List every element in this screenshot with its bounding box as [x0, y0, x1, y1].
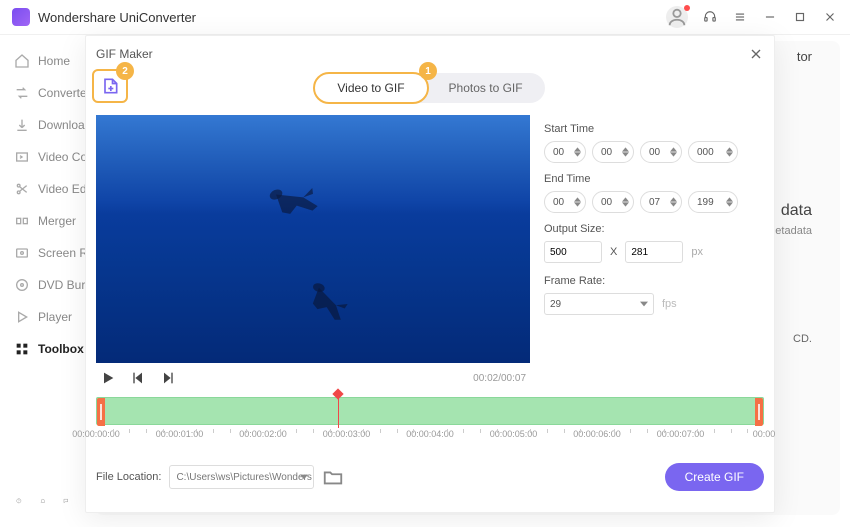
- end-time-label: End Time: [544, 173, 764, 185]
- playhead[interactable]: [334, 390, 342, 428]
- home-icon: [14, 53, 30, 69]
- bg-text: etadata: [775, 223, 812, 241]
- video-content: [251, 160, 331, 240]
- start-hour-input[interactable]: 00: [544, 141, 586, 163]
- end-min-input[interactable]: 00: [592, 191, 634, 213]
- timecode: 00:02/00:07: [473, 373, 526, 384]
- sidebar-item-toolbox[interactable]: Toolbox: [0, 333, 85, 365]
- trim-handle-left[interactable]: [97, 398, 105, 426]
- framerate-select[interactable]: 29: [544, 293, 654, 315]
- callout-badge-2: 2: [116, 62, 134, 80]
- sidebar-item-label: Toolbox: [38, 342, 84, 356]
- timeline-track[interactable]: [96, 397, 764, 425]
- create-gif-button[interactable]: Create GIF: [665, 463, 764, 491]
- file-location-label: File Location:: [96, 471, 161, 483]
- size-unit: px: [691, 246, 703, 258]
- modal-title: GIF Maker: [96, 47, 748, 61]
- callout-badge-1: 1: [419, 62, 437, 80]
- tab-video-to-gif[interactable]: Video to GIF: [313, 72, 428, 104]
- play-icon: [14, 309, 30, 325]
- close-icon[interactable]: [822, 9, 838, 25]
- feedback-icon[interactable]: [63, 493, 69, 509]
- converter-icon: [14, 85, 30, 101]
- maximize-icon[interactable]: [792, 9, 808, 25]
- size-separator: X: [610, 246, 617, 258]
- app-logo: [12, 8, 30, 26]
- tick-label: 00:00: [753, 429, 776, 439]
- start-min-input[interactable]: 00: [592, 141, 634, 163]
- sidebar-item-editor[interactable]: Video Editor: [0, 173, 85, 205]
- menu-icon[interactable]: [732, 9, 748, 25]
- headset-icon[interactable]: [702, 9, 718, 25]
- end-sec-input[interactable]: 07: [640, 191, 682, 213]
- app-title: Wondershare UniConverter: [38, 10, 666, 25]
- sidebar-item-home[interactable]: Home: [0, 45, 85, 77]
- bell-icon[interactable]: [40, 493, 46, 509]
- video-content: [293, 267, 359, 333]
- output-size-label: Output Size:: [544, 223, 764, 235]
- open-folder-button[interactable]: [322, 466, 344, 488]
- toolbox-icon: [14, 341, 30, 357]
- sidebar-item-downloader[interactable]: Downloader: [0, 109, 85, 141]
- width-input[interactable]: [544, 241, 602, 263]
- compress-icon: [14, 149, 30, 165]
- sidebar-item-label: Home: [38, 54, 70, 68]
- sidebar-item-label: DVD Burner: [38, 278, 85, 292]
- next-frame-button[interactable]: [160, 370, 176, 386]
- sidebar-item-compressor[interactable]: Video Compressor: [0, 141, 85, 173]
- scissors-icon: [14, 181, 30, 197]
- bg-text: CD.: [775, 331, 812, 349]
- gif-maker-modal: GIF Maker 1 2 Video to GIF Photos to GIF: [85, 35, 775, 513]
- sidebar-item-label: Player: [38, 310, 72, 324]
- download-icon: [14, 117, 30, 133]
- disc-icon: [14, 277, 30, 293]
- notification-dot: [684, 5, 690, 11]
- start-time-label: Start Time: [544, 123, 764, 135]
- sidebar-item-recorder[interactable]: Screen Recorder: [0, 237, 85, 269]
- sidebar-item-converter[interactable]: Converter: [0, 77, 85, 109]
- sidebar-item-label: Video Editor: [38, 182, 85, 196]
- start-sec-input[interactable]: 00: [640, 141, 682, 163]
- sidebar-item-label: Screen Recorder: [38, 246, 85, 260]
- account-icon[interactable]: [666, 6, 688, 28]
- sidebar-item-player[interactable]: Player: [0, 301, 85, 333]
- merge-icon: [14, 213, 30, 229]
- bg-text: data: [775, 198, 812, 224]
- modal-close-icon[interactable]: [748, 46, 764, 62]
- end-ms-input[interactable]: 199: [688, 191, 738, 213]
- minimize-icon[interactable]: [762, 9, 778, 25]
- play-button[interactable]: [100, 370, 116, 386]
- sidebar-item-label: Video Compressor: [38, 150, 85, 164]
- trim-handle-right[interactable]: [755, 398, 763, 426]
- sidebar-item-merger[interactable]: Merger: [0, 205, 85, 237]
- prev-frame-button[interactable]: [130, 370, 146, 386]
- tab-photos-to-gif[interactable]: Photos to GIF: [427, 74, 545, 102]
- file-location-select[interactable]: C:\Users\ws\Pictures\Wonders: [169, 465, 314, 489]
- end-hour-input[interactable]: 00: [544, 191, 586, 213]
- video-preview[interactable]: [96, 115, 530, 363]
- help-icon[interactable]: [16, 493, 22, 509]
- framerate-unit: fps: [662, 298, 677, 310]
- framerate-label: Frame Rate:: [544, 275, 764, 287]
- sidebar-item-label: Merger: [38, 214, 76, 228]
- start-ms-input[interactable]: 000: [688, 141, 738, 163]
- sidebar-item-label: Downloader: [38, 118, 85, 132]
- timeline-ruler: 00:00:00:0000:00:01:0000:00:02:0000:00:0…: [96, 429, 764, 453]
- bg-text: tor: [775, 47, 812, 68]
- recorder-icon: [14, 245, 30, 261]
- height-input[interactable]: [625, 241, 683, 263]
- sidebar-item-label: Converter: [38, 86, 85, 100]
- sidebar-item-dvd[interactable]: DVD Burner: [0, 269, 85, 301]
